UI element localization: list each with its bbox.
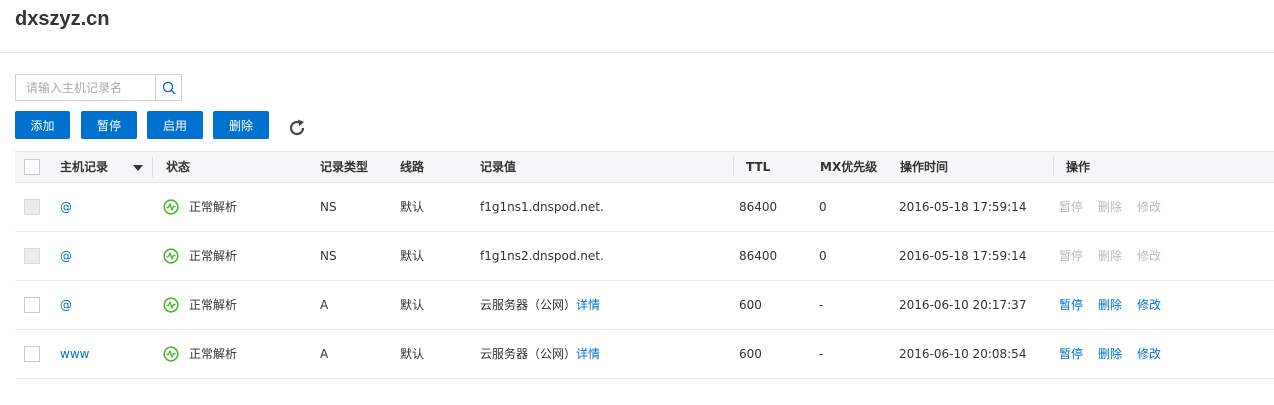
- column-ttl: TTL: [746, 160, 771, 174]
- value-text: f1g1ns2.dnspod.net.: [480, 249, 604, 263]
- ttl-cell: 600: [739, 347, 762, 361]
- pause-action: 暂停: [1059, 249, 1084, 263]
- type-cell: NS: [320, 249, 337, 263]
- details-link[interactable]: 详情: [576, 347, 600, 361]
- row-checkbox: [24, 248, 40, 264]
- status-text: 正常解析: [189, 200, 238, 214]
- value-cell: f1g1ns1.dnspod.net.: [480, 183, 604, 231]
- value-cell: 云服务器（公网）详情: [480, 330, 600, 378]
- mx-cell: 0: [819, 249, 827, 263]
- status-ok-icon: [163, 247, 179, 264]
- pause-action: 暂停: [1059, 200, 1084, 214]
- select-all-checkbox[interactable]: [24, 159, 40, 175]
- search-button[interactable]: [155, 75, 181, 100]
- status-cell: 正常解析: [163, 183, 237, 231]
- delete-action: 删除: [1098, 249, 1123, 263]
- host-link[interactable]: @: [60, 281, 72, 329]
- value-cell: 云服务器（公网）详情: [480, 281, 600, 329]
- value-cell: f1g1ns2.dnspod.net.: [480, 232, 604, 280]
- modify-action[interactable]: 修改: [1137, 281, 1161, 329]
- table-row: @ 正常解析 NS 默认 f1g1ns2.dnspod.net. 86400 0 2016-0…: [15, 232, 1274, 281]
- status-ok-icon: [163, 198, 179, 215]
- table-row: @ 正常解析 NS 默认 f1g1ns1.dnspod.net. 86400 0 2016-0…: [15, 183, 1274, 232]
- row-checkbox: [24, 199, 40, 215]
- status-cell: 正常解析: [163, 281, 237, 329]
- line-cell: 默认: [400, 298, 425, 312]
- status-text: 正常解析: [189, 249, 238, 263]
- time-cell: 2016-06-10 20:17:37: [899, 298, 1027, 312]
- table-row: @ 正常解析 A 默认 云服务器（公网）详情 600 - 2016-06-10 20:17:3…: [15, 281, 1274, 330]
- status-ok-icon: [163, 296, 179, 313]
- mx-cell: -: [819, 298, 824, 312]
- title-divider: [0, 52, 1274, 53]
- line-cell: 默认: [400, 200, 425, 214]
- search-icon: [162, 81, 175, 94]
- host-link[interactable]: @: [60, 232, 72, 280]
- search-box: [15, 74, 182, 101]
- row-checkbox[interactable]: [24, 346, 40, 362]
- modify-action: 修改: [1137, 200, 1162, 214]
- mx-cell: -: [819, 347, 824, 361]
- type-cell: A: [320, 298, 329, 312]
- refresh-icon[interactable]: [286, 117, 308, 139]
- records-table: 主机记录 状态 记录类型 线路 记录值 TTL MX优先级 操作时间 操作 @ 正…: [15, 151, 1274, 379]
- column-time: 操作时间: [900, 160, 949, 174]
- table-body: @ 正常解析 NS 默认 f1g1ns1.dnspod.net. 86400 0 2016-0…: [15, 183, 1274, 379]
- mx-cell: 0: [819, 200, 827, 214]
- ttl-cell: 600: [739, 298, 762, 312]
- column-divider: [1053, 157, 1054, 177]
- time-cell: 2016-05-18 17:59:14: [899, 200, 1027, 214]
- pause-action[interactable]: 暂停: [1059, 330, 1083, 378]
- status-text: 正常解析: [189, 298, 238, 312]
- page-title: dxszyz.cn: [15, 8, 110, 30]
- line-cell: 默认: [400, 249, 425, 263]
- modify-action[interactable]: 修改: [1137, 330, 1161, 378]
- sort-caret-icon[interactable]: [133, 165, 143, 171]
- status-ok-icon: [163, 345, 179, 362]
- search-input[interactable]: [16, 75, 155, 100]
- add-button[interactable]: 添加: [15, 111, 70, 139]
- row-checkbox[interactable]: [24, 297, 40, 313]
- details-link[interactable]: 详情: [576, 298, 600, 312]
- column-status: 状态: [166, 160, 191, 174]
- delete-action[interactable]: 删除: [1098, 281, 1122, 329]
- type-cell: A: [320, 347, 329, 361]
- enable-button[interactable]: 启用: [147, 111, 203, 139]
- value-text: 云服务器（公网）: [480, 347, 577, 361]
- value-text: f1g1ns1.dnspod.net.: [480, 200, 604, 214]
- table-header: 主机记录 状态 记录类型 线路 记录值 TTL MX优先级 操作时间 操作: [15, 151, 1274, 183]
- line-cell: 默认: [400, 347, 425, 361]
- pause-action[interactable]: 暂停: [1059, 281, 1083, 329]
- column-line: 线路: [400, 160, 425, 174]
- column-divider: [733, 157, 734, 177]
- host-link[interactable]: www: [60, 330, 89, 378]
- column-host[interactable]: 主机记录: [60, 152, 108, 182]
- delete-action[interactable]: 删除: [1098, 330, 1122, 378]
- table-row: www 正常解析 A 默认 云服务器（公网）详情 600 - 2016-06-10 20:08…: [15, 330, 1274, 379]
- column-divider: [152, 157, 153, 177]
- status-cell: 正常解析: [163, 232, 237, 280]
- delete-action: 删除: [1098, 200, 1123, 214]
- time-cell: 2016-06-10 20:08:54: [899, 347, 1027, 361]
- status-cell: 正常解析: [163, 330, 237, 378]
- column-ops: 操作: [1066, 160, 1091, 174]
- modify-action: 修改: [1137, 249, 1162, 263]
- status-text: 正常解析: [189, 347, 238, 361]
- host-link[interactable]: @: [60, 183, 72, 231]
- value-text: 云服务器（公网）: [480, 298, 577, 312]
- column-type: 记录类型: [320, 160, 369, 174]
- ttl-cell: 86400: [739, 200, 778, 214]
- time-cell: 2016-05-18 17:59:14: [899, 249, 1027, 263]
- type-cell: NS: [320, 200, 337, 214]
- delete-button[interactable]: 删除: [213, 111, 269, 139]
- ttl-cell: 86400: [739, 249, 778, 263]
- column-mx: MX优先级: [820, 160, 878, 174]
- column-value: 记录值: [480, 160, 517, 174]
- pause-button[interactable]: 暂停: [81, 111, 137, 139]
